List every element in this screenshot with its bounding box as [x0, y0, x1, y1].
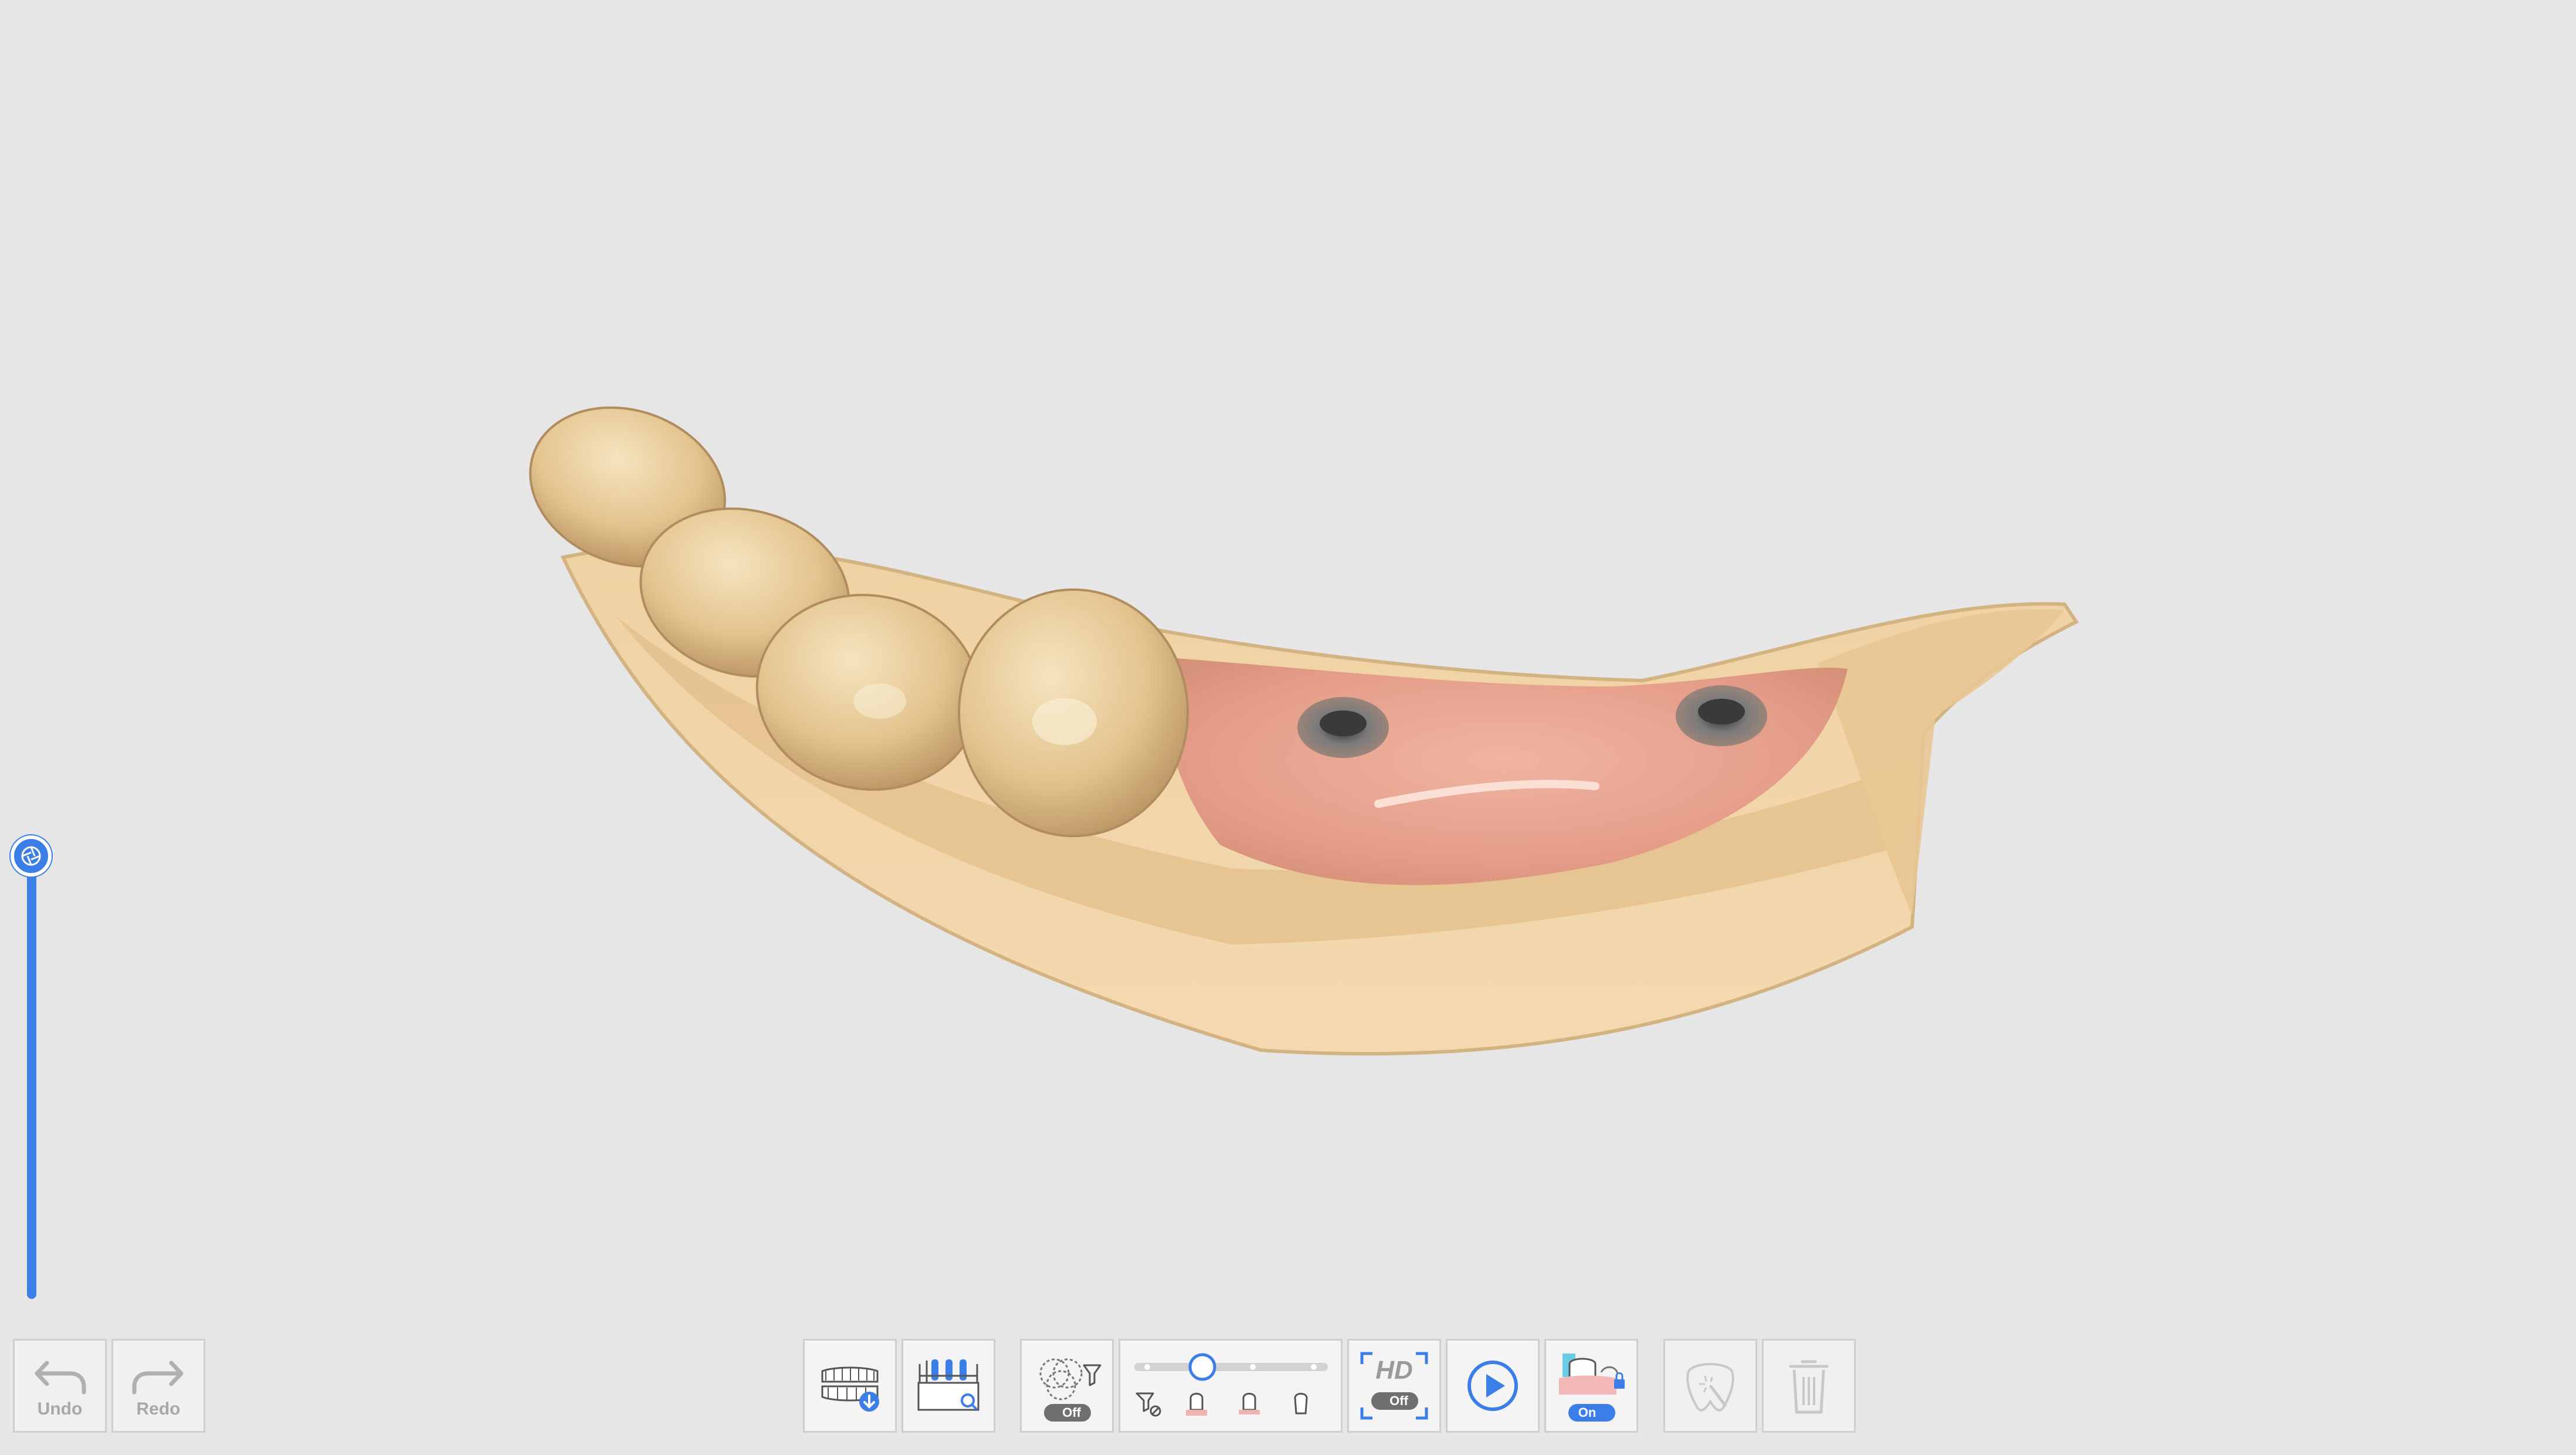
auto-trim-button[interactable] [1663, 1339, 1757, 1433]
gingiva-on-toggle[interactable]: On [1568, 1404, 1615, 1422]
play-button[interactable] [1446, 1339, 1540, 1433]
undo-label: Undo [37, 1399, 83, 1419]
filter-toggle-state: Off [1062, 1405, 1081, 1420]
align-search-button[interactable] [901, 1339, 995, 1433]
undo-button[interactable]: Undo [13, 1339, 107, 1433]
hd-label: HD [1375, 1356, 1413, 1385]
delete-button[interactable] [1762, 1339, 1856, 1433]
hd-icon [1360, 1352, 1428, 1420]
arch-import-button[interactable] [803, 1339, 897, 1433]
play-icon [1467, 1361, 1518, 1411]
auto-trim-icon [1686, 1363, 1734, 1412]
gingiva-toggle-state: On [1578, 1405, 1597, 1420]
filter-off-toggle[interactable]: Off [1044, 1404, 1091, 1422]
redo-label: Redo [136, 1399, 181, 1419]
filter-slider-handle [1188, 1353, 1216, 1381]
hd-toggle-state: Off [1389, 1393, 1408, 1408]
slider-track[interactable] [27, 859, 36, 1299]
align-search-icon [917, 1359, 979, 1411]
filter-toggle-button[interactable]: Off [1020, 1339, 1114, 1433]
dental-scan-model[interactable] [0, 0, 2576, 1452]
trash-icon [1789, 1360, 1829, 1414]
gingiva-lock-button[interactable]: On [1544, 1339, 1638, 1433]
redo-button[interactable]: Redo [111, 1339, 205, 1433]
hd-toggle-button[interactable]: HD Off [1347, 1339, 1441, 1433]
filter-level-slider[interactable] [1120, 1341, 1341, 1431]
dental-arch-import-icon [821, 1366, 879, 1412]
slider-handle[interactable] [11, 835, 52, 877]
vertical-level-slider[interactable] [11, 835, 52, 1311]
3d-viewport[interactable] [0, 0, 2576, 1452]
hd-off-toggle[interactable]: Off [1371, 1392, 1418, 1410]
filter-level-panel [1118, 1339, 1343, 1433]
aperture-icon [21, 846, 41, 866]
